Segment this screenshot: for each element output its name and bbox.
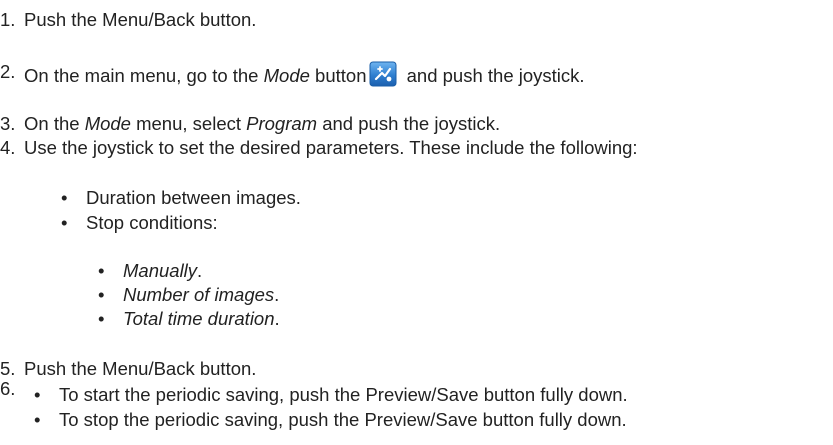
mode-icon <box>369 61 397 87</box>
param-stop-conditions: Stop conditions: <box>86 212 218 233</box>
step-2-content: On the main menu, go to the Mode button … <box>24 61 585 87</box>
program-term: Program <box>246 113 318 134</box>
step-6-stop-text: To stop the periodic saving, push the Pr… <box>59 409 627 430</box>
param-duration: Duration between images. <box>86 187 301 208</box>
step-1-number: 1. <box>0 9 16 30</box>
step-1-text: Push the Menu/Back button. <box>24 9 257 30</box>
step-3-content: On the Mode menu, select Program and pus… <box>24 113 500 135</box>
bullet: • <box>61 212 68 233</box>
mode-term: Mode <box>263 65 310 86</box>
step-3-number: 3. <box>0 113 16 134</box>
stop-condition-text: Total time duration. <box>123 308 280 329</box>
mode-menu-term: Mode <box>84 113 131 134</box>
step-2-text-mid: button <box>309 65 367 86</box>
step-3-text-pre: On the <box>24 113 85 134</box>
step-5-text: Push the Menu/Back button. <box>24 358 257 379</box>
stop-condition-text: Number of images. <box>123 284 280 305</box>
step-3-text-post: and push the joystick. <box>317 113 501 134</box>
step-2-text-post: and push the joystick. <box>401 65 585 86</box>
step-6-start-text: To start the periodic saving, push the P… <box>59 384 628 405</box>
step-5-number: 5. <box>0 358 16 379</box>
step-4-number: 4. <box>0 137 16 158</box>
step-3-text-mid: menu, select <box>130 113 247 134</box>
bullet: • <box>34 384 41 405</box>
bullet: • <box>61 187 68 208</box>
step-6-number: 6. <box>0 378 16 399</box>
bullet: • <box>34 409 41 430</box>
stop-total-time-duration: Total time duration <box>123 308 275 329</box>
step-4-text: Use the joystick to set the desired para… <box>24 137 638 158</box>
stop-condition-text: Manually. <box>123 260 203 281</box>
step-2-number: 2. <box>0 61 16 82</box>
step-2-text-pre: On the main menu, go to the <box>24 65 264 86</box>
bullet: • <box>98 260 105 281</box>
stop-manually: Manually <box>123 260 198 281</box>
bullet: • <box>98 284 105 305</box>
stop-number-of-images: Number of images <box>123 284 275 305</box>
bullet: • <box>98 308 105 329</box>
